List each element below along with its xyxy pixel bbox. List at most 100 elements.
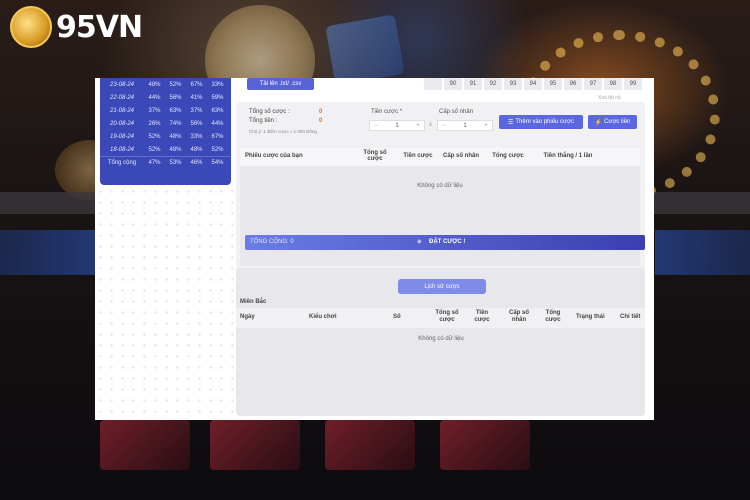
stats-cell: 52% <box>211 146 224 153</box>
column-header: Ngày <box>240 314 255 320</box>
column-header: Kiểu chơi <box>309 314 337 320</box>
list-add-icon: ☰ <box>507 119 514 126</box>
bet-history-button[interactable]: Lịch sử cược <box>398 279 486 294</box>
bet-note: Chú ý: 1 điểm cược = 1.000 Đồng <box>249 129 317 134</box>
number-cell[interactable]: 92 <box>484 78 502 90</box>
stats-cell: 74% <box>169 120 182 127</box>
stats-row: 18-08-24 52% 48% 48% 52% <box>100 143 231 156</box>
stats-cell: 56% <box>169 94 182 101</box>
quick-bet-button[interactable]: ⚡ Cược liền <box>588 115 637 129</box>
column-header: Tổng số cược <box>435 310 459 323</box>
number-cell[interactable]: 91 <box>464 78 482 90</box>
game-thumbnail <box>210 420 300 470</box>
column-header: Tổng cược <box>492 153 524 159</box>
empty-message: Không có dữ liệu <box>418 336 464 342</box>
stats-cell: 47% <box>148 160 161 166</box>
stats-table: 23-08-24 48% 52% 67% 33% 22-08-24 44% 56… <box>100 78 231 185</box>
stats-date: 19-08-24 <box>109 133 135 140</box>
number-cell[interactable]: 96 <box>564 78 582 90</box>
add-to-slip-button[interactable]: ☰ Thêm vào phiếu cược <box>499 115 583 129</box>
total-bar[interactable]: TỔNG CỘNG: 0 ◈ ĐẶT CƯỢC ! <box>245 235 645 250</box>
add-to-slip-label: Thêm vào phiếu cược <box>515 119 575 125</box>
stats-cell: 44% <box>211 120 224 127</box>
plus-icon[interactable]: + <box>480 123 492 129</box>
stats-row: 21-08-24 37% 63% 37% 63% <box>100 104 231 117</box>
pattern-background <box>95 186 235 420</box>
bet-slip-header: Phiếu cược của bạn Tổng số cược Tiền cượ… <box>240 148 640 166</box>
background-banner-right <box>655 230 750 275</box>
stats-cell: 37% <box>190 107 203 114</box>
column-header: Phiếu cược của bạn <box>245 153 303 159</box>
stats-cell: 52% <box>148 146 161 153</box>
clear-all-link[interactable]: Xoá tất cả <box>598 95 621 101</box>
column-header: Tiền cược <box>403 153 433 159</box>
number-cell[interactable]: 97 <box>584 78 602 90</box>
upload-file-button[interactable]: Tải lên .txt/ .csv <box>247 78 314 90</box>
stats-row: 22-08-24 44% 56% 41% 59% <box>100 91 231 104</box>
minus-icon[interactable]: − <box>438 123 450 129</box>
game-thumbnail <box>440 420 530 470</box>
number-cell[interactable] <box>424 78 442 90</box>
stats-cell: 63% <box>169 107 182 114</box>
stats-date: 22-08-24 <box>109 94 135 101</box>
stats-total-row: Tổng cộng 47% 53% 46% 54% <box>100 156 231 169</box>
stats-cell: 33% <box>190 133 203 140</box>
stats-cell: 52% <box>148 133 161 140</box>
multiplier-label: Cấp số nhân <box>439 109 474 115</box>
stats-row: 19-08-24 52% 48% 33% 67% <box>100 130 231 143</box>
stats-cell: 67% <box>211 133 224 140</box>
stats-cell: 48% <box>148 81 161 88</box>
stats-cell: 67% <box>190 81 203 88</box>
stats-row: 20-08-24 26% 74% 56% 44% <box>100 117 231 130</box>
card-graphic <box>325 14 405 86</box>
column-header: Chi tiết <box>620 314 641 320</box>
lightning-icon: ⚡ <box>594 119 603 126</box>
column-header: Trạng thái <box>576 314 605 320</box>
number-cell[interactable]: 99 <box>624 78 642 90</box>
background-banner-left <box>0 230 95 275</box>
number-grid: 90 91 92 93 94 95 96 97 98 99 <box>424 78 644 90</box>
column-header: Tổng cược <box>545 310 561 323</box>
bet-area: Tổng số cược : 0 Tổng tiền : 0 Chú ý: 1 … <box>236 102 645 288</box>
stats-cell: 26% <box>148 120 161 127</box>
bet-history: Lịch sử cược Miền Bắc Ngày Kiểu chơi Số … <box>236 268 645 416</box>
column-header: Cấp số nhân <box>508 310 529 323</box>
bet-amount-value[interactable]: 1 <box>382 123 412 129</box>
total-money-label: Tổng tiền : <box>249 118 278 124</box>
stats-cell: 53% <box>169 160 182 166</box>
total-money-value: 0 <box>319 118 323 124</box>
number-cell[interactable]: 95 <box>544 78 562 90</box>
total-bets-label: Tổng số cược : <box>249 109 290 115</box>
stats-cell: 54% <box>211 160 224 166</box>
region-label: Miền Bắc <box>240 299 267 305</box>
number-cell[interactable]: 90 <box>444 78 462 90</box>
times-sign: x <box>429 122 432 128</box>
total-bets-value: 0 <box>319 109 323 115</box>
stats-date: 23-08-24 <box>109 81 135 88</box>
bet-amount-label: Tiền cược * <box>371 109 403 115</box>
bet-amount-stepper[interactable]: − 1 + <box>369 120 425 131</box>
game-thumbnail <box>325 420 415 470</box>
stats-cell: 44% <box>148 94 161 101</box>
number-cell[interactable]: 98 <box>604 78 622 90</box>
brand-logo[interactable]: 95VN <box>10 6 143 48</box>
column-header: Tổng số cược <box>363 150 387 162</box>
column-header: Tiền thắng / 1 lần <box>543 153 593 159</box>
stats-cell: 48% <box>190 146 203 153</box>
stats-cell: 48% <box>169 146 182 153</box>
stats-cell: 37% <box>148 107 161 114</box>
stats-cell: 48% <box>169 133 182 140</box>
number-cell[interactable]: 94 <box>524 78 542 90</box>
multiplier-value[interactable]: 1 <box>450 123 480 129</box>
column-header: Số <box>393 314 401 320</box>
game-thumbnail <box>100 420 190 470</box>
multiplier-stepper[interactable]: − 1 + <box>437 120 493 131</box>
stats-cell: 46% <box>190 160 203 166</box>
empty-message: Không có dữ liệu <box>417 183 463 189</box>
number-cell[interactable]: 93 <box>504 78 522 90</box>
stats-row: 23-08-24 48% 52% 67% 33% <box>100 78 231 91</box>
lottery-betting-panel: 23-08-24 48% 52% 67% 33% 22-08-24 44% 56… <box>95 78 654 420</box>
minus-icon[interactable]: − <box>370 123 382 129</box>
column-header: Cấp số nhân <box>442 153 479 159</box>
plus-icon[interactable]: + <box>412 123 424 129</box>
